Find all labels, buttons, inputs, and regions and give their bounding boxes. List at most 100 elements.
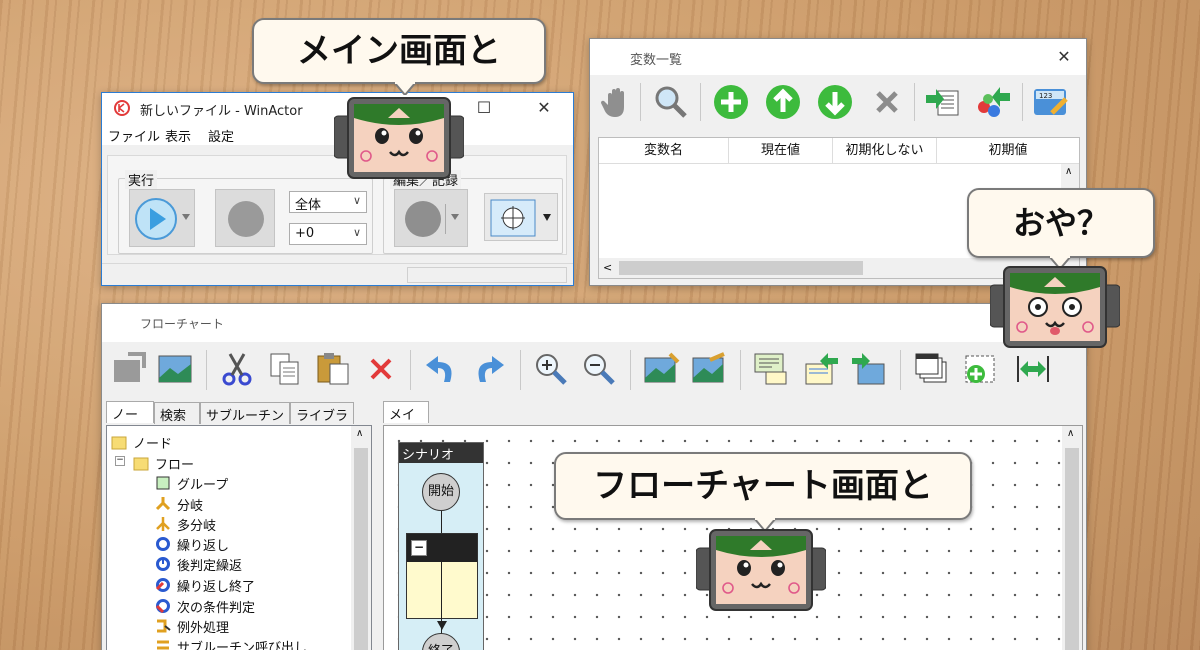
chevron-down-icon: ∨ [352, 226, 361, 239]
menu-view[interactable]: 表示 [165, 126, 191, 145]
add-variable-icon[interactable] [712, 83, 750, 121]
export-icon[interactable] [974, 83, 1012, 121]
bubble-tail [394, 82, 416, 95]
numeric-input-icon[interactable]: 123 [1032, 83, 1070, 121]
search-icon[interactable] [652, 83, 690, 121]
tree-item-label: 繰り返し終了 [177, 580, 256, 595]
scroll-up-icon[interactable]: ∧ [1067, 428, 1074, 439]
move-down-icon[interactable] [816, 83, 854, 121]
chevron-down-icon: ∨ [352, 194, 361, 207]
menu-settings[interactable]: 設定 [208, 126, 234, 145]
stop-button[interactable] [215, 189, 275, 247]
paste-icon[interactable] [314, 350, 352, 388]
tab-library[interactable]: ライブラリ [290, 402, 354, 443]
add-scenario-icon[interactable] [962, 350, 1000, 388]
tree-item-label: 繰り返し [177, 539, 230, 554]
next-condition-icon [155, 599, 170, 614]
scroll-up-icon[interactable]: ∧ [1065, 166, 1072, 177]
tab-main[interactable]: メイン [383, 401, 429, 442]
collapse-icon[interactable]: − [115, 456, 125, 466]
hand-icon[interactable] [598, 83, 636, 121]
edit-record-group: 編集／記録 [383, 170, 563, 254]
variables-toolbar: 123 [590, 77, 1086, 127]
speech-bubble-oya-text: おや？ [1012, 204, 1109, 242]
scenario-panel[interactable]: シナリオ 開始 − 終了 [398, 442, 484, 650]
speech-bubble-oya: おや？ [967, 188, 1155, 269]
export-flow-icon[interactable] [850, 350, 888, 388]
resize-width-icon[interactable] [1014, 350, 1052, 388]
node-tree: ノード − フロー グループ 分岐 多分岐 繰り返し 後判定繰返 繰り返し終了 … [106, 425, 372, 650]
scroll-thumb[interactable] [619, 261, 863, 275]
tree-item-label: 例外処理 [177, 621, 230, 636]
close-button[interactable]: ✕ [1042, 42, 1086, 72]
scroll-up-icon[interactable]: ∧ [356, 428, 363, 439]
close-button[interactable]: ✕ [522, 93, 566, 123]
tab-node[interactable]: ノード [106, 401, 154, 442]
zoom-in-icon[interactable] [532, 350, 570, 388]
import-flow-icon[interactable] [802, 350, 840, 388]
tree-item-label: 後判定繰返 [177, 559, 243, 574]
column-header-initial[interactable]: 初期値 [937, 138, 1079, 164]
tree-item-label: 次の条件判定 [177, 601, 256, 616]
speech-bubble-flow: フローチャート画面と [554, 452, 972, 531]
record-button[interactable] [394, 189, 468, 247]
end-node[interactable]: 終了 [422, 633, 460, 650]
delete-node-icon[interactable] [362, 350, 400, 388]
scroll-thumb[interactable] [1065, 448, 1079, 650]
tab-subroutine[interactable]: サブルーチン [200, 402, 290, 424]
run-offset-select[interactable]: +0 ∨ [289, 223, 367, 245]
robot-mascot-surprised-icon [990, 266, 1120, 348]
move-up-icon[interactable] [764, 83, 802, 121]
tab-search[interactable]: 検索 [154, 402, 200, 424]
capture-image-icon[interactable] [642, 350, 680, 388]
branch-icon [155, 497, 171, 511]
group-node[interactable]: − [406, 533, 478, 619]
robot-mascot-icon [696, 529, 826, 611]
connector-line [441, 511, 442, 533]
winactor-logo-icon [114, 100, 130, 116]
column-header-name[interactable]: 変数名 [599, 138, 729, 164]
tree-flow-label: フロー [155, 458, 195, 473]
arrow-head-icon [437, 621, 447, 630]
scroll-left-icon[interactable]: < [603, 261, 612, 274]
undo-icon[interactable] [422, 350, 460, 388]
edit-image-icon[interactable] [690, 350, 728, 388]
menu-file[interactable]: ファイル [108, 126, 160, 145]
delete-icon[interactable] [868, 83, 906, 121]
play-button[interactable] [129, 189, 195, 247]
scroll-thumb[interactable] [354, 448, 368, 650]
multi-branch-icon [156, 517, 170, 531]
toolbar-separator [630, 350, 631, 390]
flowchart-window-titlebar[interactable]: フローチャート [102, 304, 1086, 342]
connector-line [441, 535, 442, 635]
collapse-icon[interactable]: − [411, 540, 427, 556]
redo-icon[interactable] [470, 350, 508, 388]
run-group: 実行 全体 ∨ +0 ∨ [118, 170, 373, 254]
copy-icon[interactable] [266, 350, 304, 388]
target-select-button[interactable] [484, 193, 558, 241]
save-image-icon[interactable] [110, 350, 148, 388]
main-statusbar [102, 263, 573, 285]
subroutine-call-icon [157, 640, 169, 650]
toolbar-separator [700, 83, 701, 121]
zoom-out-icon[interactable] [580, 350, 618, 388]
import-icon[interactable] [924, 83, 962, 121]
start-node[interactable]: 開始 [422, 473, 460, 511]
tree-item-label: グループ [177, 478, 229, 493]
comment-icon[interactable] [752, 350, 790, 388]
column-header-no-init[interactable]: 初期化しない [833, 138, 937, 164]
group-windows-icon[interactable] [912, 350, 950, 388]
tree-scrollbar[interactable]: ∧ [351, 426, 371, 650]
loop-end-icon [155, 578, 170, 592]
exception-icon [157, 619, 171, 633]
scenario-title: シナリオ [399, 443, 483, 463]
cut-icon[interactable] [218, 350, 256, 388]
run-scope-select[interactable]: 全体 ∨ [289, 191, 367, 213]
variables-window-titlebar[interactable]: 変数一覧 ✕ [590, 39, 1086, 75]
image-icon[interactable] [156, 350, 194, 388]
maximize-button[interactable]: ☐ [462, 93, 506, 123]
toolbar-separator [520, 350, 521, 390]
canvas-scrollbar[interactable]: ∧ [1062, 426, 1082, 650]
column-header-current[interactable]: 現在値 [729, 138, 833, 164]
tree-root-label: ノード [133, 437, 173, 452]
